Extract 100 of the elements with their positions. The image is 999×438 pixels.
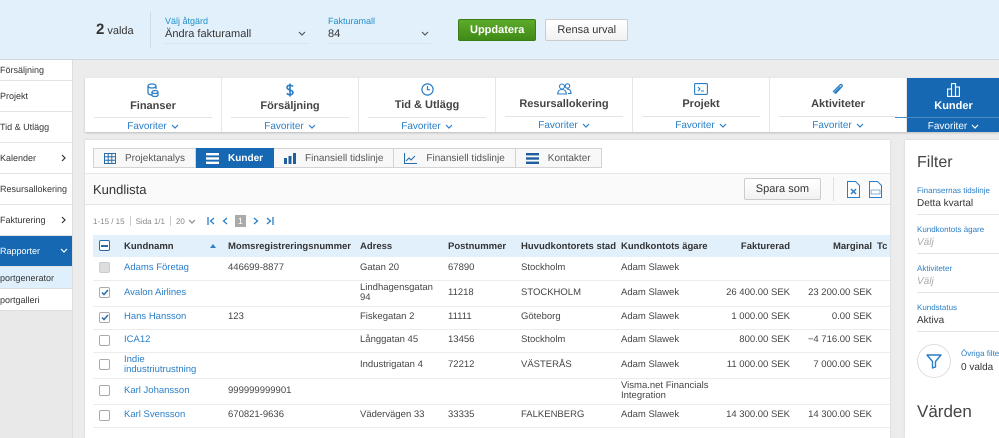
chevron-down-icon — [582, 123, 590, 128]
chevron-down-icon — [718, 123, 727, 128]
people-icon — [556, 83, 572, 95]
select-all-checkbox[interactable] — [99, 240, 110, 252]
customer-link[interactable]: Karl Johansson — [124, 386, 190, 396]
dollar-icon — [285, 83, 295, 97]
column-header[interactable]: Adress — [360, 240, 392, 252]
previous-page-icon[interactable] — [220, 217, 230, 225]
chevron-right-icon — [60, 154, 68, 162]
favorites-menu[interactable]: Favoriter — [505, 116, 623, 131]
table-cell: Adam Slawek — [621, 262, 680, 273]
table-cell: 1 000.00 SEK — [731, 311, 790, 322]
list-title: Kundlista — [93, 182, 146, 196]
module-tab[interactable]: Resursallokering Favoriter — [496, 78, 633, 132]
sidebar-item[interactable]: Kalender — [0, 143, 72, 174]
grid-icon — [104, 152, 116, 164]
column-header[interactable]: Fakturerad — [740, 240, 790, 252]
module-tab[interactable]: Finanser Favoriter — [85, 78, 222, 132]
column-header[interactable]: Huvudkontorets stad — [521, 240, 616, 252]
selected-count: 2 — [96, 21, 104, 38]
filter-field[interactable]: Finansernas tidslinje Detta kvartal — [917, 182, 999, 215]
view-tab[interactable]: Kunder — [196, 148, 274, 168]
filter-field[interactable]: Kundkontots ägare Välj — [917, 221, 999, 254]
column-header[interactable]: Marginal — [832, 240, 872, 252]
page-indicator: Sida 1/1 — [136, 216, 165, 226]
row-checkbox[interactable] — [99, 359, 110, 370]
table-cell: Gatan 20 — [360, 262, 400, 273]
table-cell: Göteborg — [521, 311, 561, 322]
filter-button[interactable] — [917, 344, 951, 378]
module-tab[interactable]: Försäljning Favoriter — [222, 78, 359, 132]
module-label: Kunder — [934, 100, 973, 114]
module-tab[interactable]: Tid & Utlägg Favoriter — [359, 78, 496, 132]
row-checkbox[interactable] — [99, 287, 110, 298]
save-as-button[interactable]: Spara som — [744, 178, 821, 200]
sidebar-item[interactable]: Projekt — [0, 81, 72, 112]
clock-icon — [420, 83, 434, 96]
column-header[interactable]: Kundnamn — [124, 240, 174, 252]
customer-link[interactable]: ICA12 — [124, 335, 150, 346]
row-checkbox[interactable] — [99, 410, 110, 421]
view-tab[interactable]: Kontakter — [516, 148, 602, 168]
table-cell: −4 716.00 SEK — [808, 334, 872, 346]
view-tab[interactable]: Projektanalys — [93, 148, 196, 168]
table-cell: Adam Slawek — [621, 409, 680, 420]
view-tab[interactable]: Finansiell tidslinje — [274, 148, 394, 168]
first-page-icon[interactable] — [206, 217, 216, 225]
dropdown-field[interactable]: Fakturamall 84 — [328, 16, 431, 44]
favorites-menu[interactable]: Favoriter — [642, 116, 760, 131]
table-cell: 446699-8877 — [228, 262, 284, 273]
sidebar-subitem[interactable]: portgalleri — [0, 289, 72, 311]
table-cell: 0.00 SEK — [832, 311, 872, 322]
chevron-down-icon — [421, 31, 429, 36]
module-tab[interactable]: Projekt Favoriter — [633, 78, 770, 132]
chevron-down-icon — [298, 31, 306, 36]
filter-field[interactable]: Kundstatus Aktiva — [917, 299, 999, 332]
sidebar-item[interactable]: Tid & Utlägg — [0, 112, 72, 143]
table-cell: 11218 — [448, 286, 474, 298]
favorites-menu[interactable]: Favoriter — [231, 117, 349, 132]
other-filters-link[interactable]: Övriga filte — [961, 349, 999, 358]
table-cell: 13456 — [448, 334, 474, 346]
sidebar-item[interactable]: Rapporter — [0, 236, 72, 267]
row-checkbox[interactable] — [99, 385, 110, 396]
table-cell: Industrigatan 4 — [360, 358, 423, 370]
last-page-icon[interactable] — [264, 217, 274, 225]
table-cell: 999999999901 — [228, 384, 292, 396]
other-filters-count: 0 valda — [961, 362, 994, 373]
chevron-down-icon — [170, 124, 179, 129]
table-cell: 800.00 SEK — [739, 334, 790, 346]
customer-link[interactable]: Hans Hansson — [124, 312, 186, 323]
column-header[interactable]: Tc — [877, 240, 888, 252]
table-cell: 67890 — [448, 262, 474, 273]
customer-link[interactable]: Indie industriutrustning — [124, 354, 218, 376]
row-checkbox[interactable] — [99, 312, 110, 323]
column-header[interactable]: Momsregistreringsnummer — [228, 240, 352, 252]
filter-field[interactable]: Aktiviteter Välj — [917, 260, 999, 293]
sidebar-subitem[interactable]: portgenerator — [0, 267, 72, 289]
customer-link[interactable]: Avalon Airlines — [124, 288, 186, 298]
customer-link[interactable]: Karl Svensson — [124, 410, 186, 421]
table-cell: 26 400.00 SEK — [726, 286, 790, 298]
favorites-menu[interactable]: Favoriter — [779, 116, 897, 131]
favorites-menu[interactable]: Favoriter — [894, 117, 999, 132]
column-header[interactable]: Kundkontots ägare — [621, 240, 708, 252]
table-cell: Lindhagensgatan 94 — [360, 282, 433, 303]
sidebar-item[interactable]: Resursallokering — [0, 174, 72, 205]
update-button[interactable]: Uppdatera — [458, 18, 536, 40]
table-cell: 72212 — [448, 358, 474, 370]
module-label: Försäljning — [260, 100, 320, 114]
view-tab[interactable]: Finansiell tidslinje — [394, 148, 516, 168]
row-checkbox[interactable] — [99, 334, 110, 346]
table-cell: 23 200.00 SEK — [808, 286, 872, 298]
dropdown-field[interactable]: Välj åtgärd Ändra fakturamall — [165, 16, 308, 44]
bar-chart-icon — [284, 152, 296, 164]
table-cell: STOCKHOLM — [521, 286, 582, 298]
page-size-dropdown[interactable]: 20 — [176, 216, 196, 226]
favorites-menu[interactable]: Favoriter — [94, 117, 212, 132]
clear-button[interactable]: Rensa urval — [545, 18, 628, 40]
sidebar-item[interactable]: Försäljning — [0, 60, 72, 81]
sidebar-item[interactable]: Fakturering — [0, 205, 72, 236]
favorites-menu[interactable]: Favoriter — [368, 117, 486, 132]
chevron-down-icon — [971, 124, 980, 129]
column-header[interactable]: Postnummer — [448, 240, 506, 252]
